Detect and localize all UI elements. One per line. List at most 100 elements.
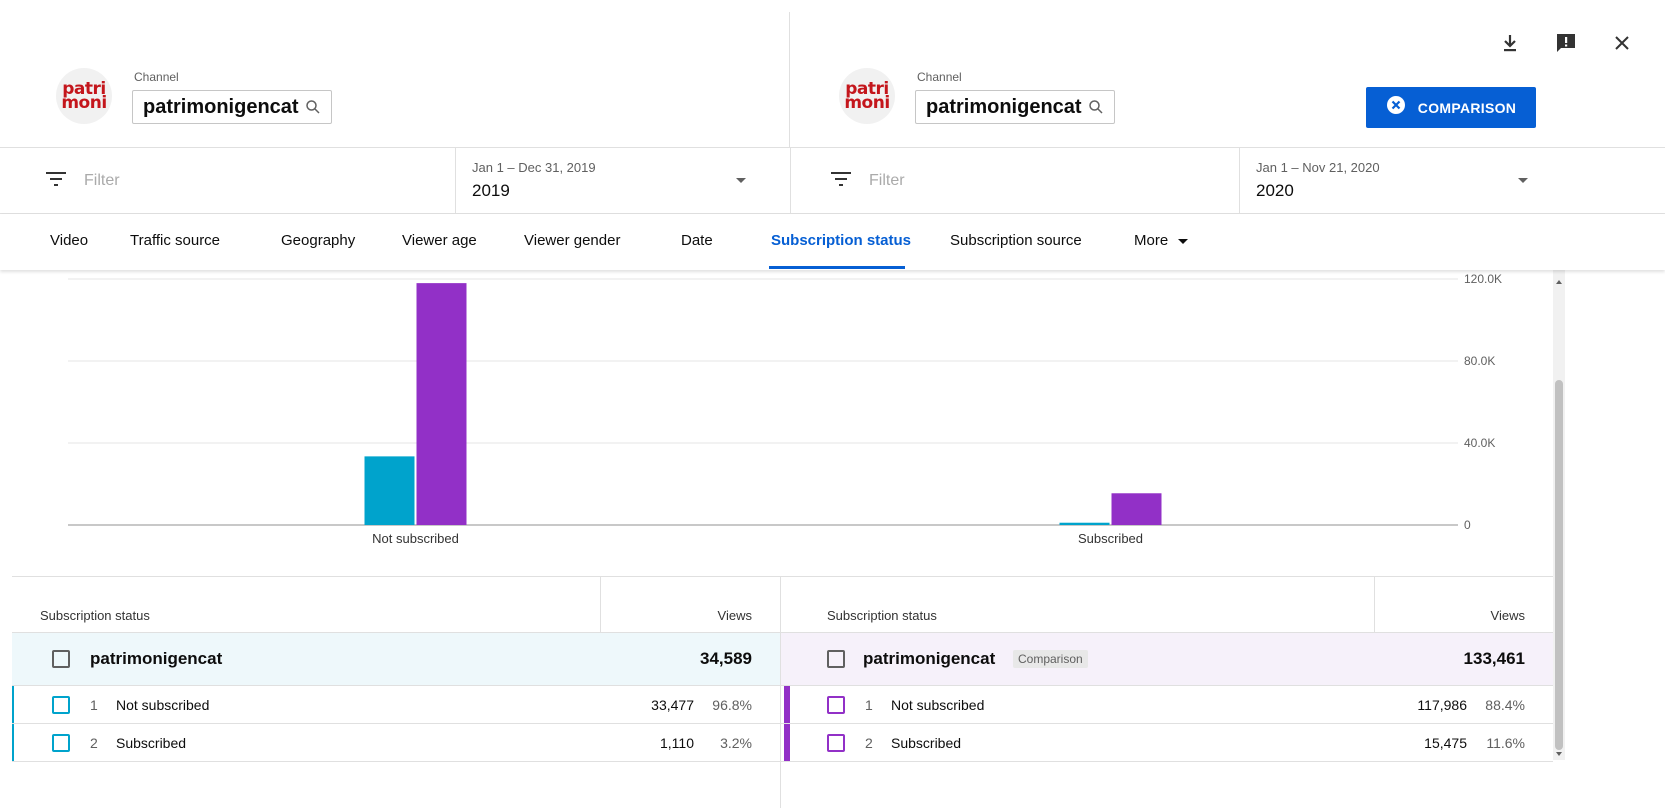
left-filter[interactable]: Filter [0, 148, 455, 214]
series-color-bar [12, 686, 14, 723]
table-row: 1 Not subscribed 117,986 88.4% [781, 686, 1553, 724]
feedback-icon[interactable] [1553, 30, 1579, 56]
subscription-status-chart: 0 40.0K 80.0K 120.0K Not subscribed Subscribe… [0, 270, 1555, 570]
tab-video[interactable]: Video [50, 232, 88, 249]
date-value: 2020 [1256, 181, 1294, 200]
y-tick-label: 120.0K [1464, 272, 1502, 286]
column-header-views[interactable]: Views [718, 608, 752, 623]
column-header-dimension[interactable]: Subscription status [827, 608, 937, 623]
row-percent: 96.8% [712, 697, 752, 713]
search-icon[interactable] [1088, 99, 1104, 115]
table-row: 2 Subscribed 15,475 11.6% [781, 724, 1553, 762]
table-row: 1 Not subscribed 33,477 96.8% [12, 686, 780, 724]
row-label: Not subscribed [116, 697, 210, 713]
filter-icon [831, 171, 851, 191]
column-header-views[interactable]: Views [1491, 608, 1525, 623]
x-tick-label: Not subscribed [372, 531, 459, 546]
channel-search-field[interactable]: patrimonigencat [132, 90, 332, 124]
total-row: patrimonigencat Comparison 133,461 [781, 632, 1553, 686]
total-value: 34,589 [700, 649, 752, 668]
tab-traffic-source[interactable]: Traffic source [130, 232, 220, 249]
tab-geography[interactable]: Geography [281, 232, 355, 249]
bar-chart: 0 40.0K 80.0K 120.0K Not subscribed Subscribe… [68, 272, 1502, 546]
tab-viewer-gender[interactable]: Viewer gender [524, 232, 620, 249]
right-filter[interactable]: Filter [790, 148, 1239, 214]
bar-comparison [1111, 493, 1162, 525]
row-value: 1,110 [660, 735, 694, 751]
channel-name: patrimonigencat [143, 95, 299, 118]
tab-date[interactable]: Date [681, 232, 713, 249]
chevron-down-icon [1178, 238, 1189, 244]
series-color-bar [12, 724, 14, 761]
filter-row: Filter Jan 1 – Dec 31, 2019 2019 Filter … [0, 148, 1665, 214]
row-label: Subscribed [891, 735, 962, 751]
filter-placeholder: Filter [869, 172, 905, 189]
table-row: 2 Subscribed 1,110 3.2% [12, 724, 780, 762]
total-row: patrimonigencat 34,589 [12, 632, 780, 686]
channel-name: patrimonigencat [926, 95, 1082, 118]
series-color-bar [784, 686, 790, 723]
tab-viewer-age[interactable]: Viewer age [402, 232, 477, 249]
scrollbar-thumb[interactable] [1555, 380, 1563, 750]
row-index: 1 [90, 697, 98, 713]
date-range: Jan 1 – Dec 31, 2019 [472, 160, 596, 175]
filter-placeholder: Filter [84, 172, 120, 189]
column-header-dimension[interactable]: Subscription status [40, 608, 150, 623]
row-checkbox[interactable] [52, 696, 70, 714]
row-percent: 88.4% [1485, 697, 1525, 713]
row-label: Not subscribed [891, 697, 985, 713]
scroll-down-icon[interactable] [1556, 752, 1562, 756]
download-icon[interactable] [1497, 30, 1523, 56]
series-color-bar [784, 724, 790, 761]
row-checkbox[interactable] [52, 734, 70, 752]
total-value: 133,461 [1463, 649, 1525, 668]
total-checkbox[interactable] [52, 650, 70, 668]
tab-more[interactable]: More [1134, 232, 1189, 249]
close-circle-icon [1386, 95, 1406, 120]
comparison-table: Subscription status Views patrimonigenca… [780, 576, 1553, 808]
y-tick-label: 80.0K [1464, 354, 1495, 368]
search-icon[interactable] [305, 99, 321, 115]
table-header: Subscription status Views [12, 576, 780, 632]
dimension-tabs: Video Traffic source Geography Viewer ag… [0, 214, 1665, 270]
channel-avatar: patri moni [839, 68, 895, 124]
date-value: 2019 [472, 181, 510, 200]
row-value: 117,986 [1417, 697, 1467, 713]
row-index: 1 [865, 697, 873, 713]
bar-primary [1059, 522, 1110, 525]
row-value: 33,477 [651, 697, 694, 713]
row-value: 15,475 [1424, 735, 1467, 751]
row-percent: 3.2% [720, 735, 752, 751]
scroll-up-icon[interactable] [1556, 280, 1562, 284]
row-checkbox[interactable] [827, 696, 845, 714]
row-checkbox[interactable] [827, 734, 845, 752]
row-index: 2 [90, 735, 98, 751]
bar-primary [364, 456, 415, 525]
bar-comparison [416, 283, 467, 525]
y-tick-label: 0 [1464, 518, 1471, 532]
filter-icon [46, 171, 66, 191]
comparison-button-label: COMPARISON [1417, 99, 1517, 116]
tab-subscription-source[interactable]: Subscription source [950, 232, 1082, 249]
left-date-picker[interactable]: Jan 1 – Dec 31, 2019 2019 [455, 148, 790, 214]
header-actions [1497, 30, 1635, 56]
primary-table: Subscription status Views patrimonigenca… [12, 576, 780, 808]
date-range: Jan 1 – Nov 21, 2020 [1256, 160, 1380, 175]
total-name: patrimonigencat [863, 649, 996, 668]
comparison-badge: Comparison [1013, 650, 1088, 668]
row-index: 2 [865, 735, 873, 751]
channel-search-field[interactable]: patrimonigencat [915, 90, 1115, 124]
row-label: Subscribed [116, 735, 187, 751]
remove-comparison-button[interactable]: COMPARISON [1366, 87, 1536, 128]
channel-label: Channel [134, 70, 179, 84]
tab-subscription-status[interactable]: Subscription status [771, 232, 911, 249]
channel-label: Channel [917, 70, 962, 84]
right-date-picker[interactable]: Jan 1 – Nov 21, 2020 2020 [1239, 148, 1565, 214]
x-tick-label: Subscribed [1078, 531, 1143, 546]
total-checkbox[interactable] [827, 650, 845, 668]
header-divider [789, 12, 790, 148]
dropdown-arrow-icon [1518, 178, 1528, 183]
dropdown-arrow-icon [736, 178, 746, 183]
close-icon[interactable] [1609, 30, 1635, 56]
y-tick-label: 40.0K [1464, 436, 1495, 450]
